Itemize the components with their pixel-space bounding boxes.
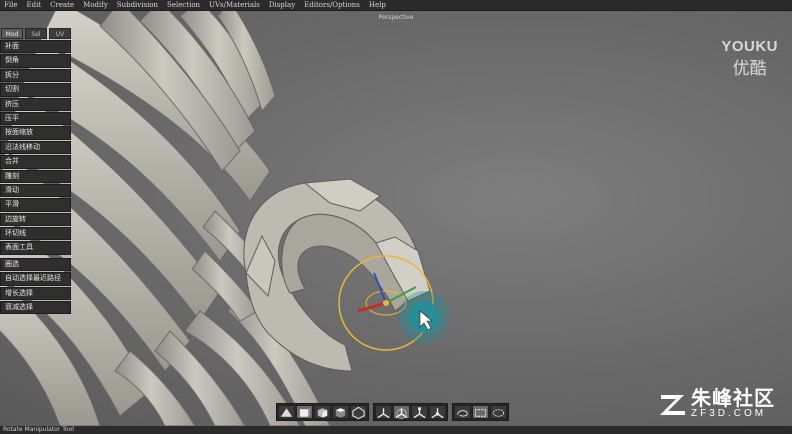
select-tool-list: 圈选 自动选择最近路径 增长选择 衰减选择 [0,257,71,315]
rect-select-button[interactable] [472,405,489,419]
menu-create[interactable]: Create [50,1,74,9]
tool-button[interactable]: 衰减选择 [0,301,71,315]
cube-top-view-icon [335,407,346,418]
cube-front-view-icon [299,406,311,417]
tool-button[interactable]: 平滑 [0,198,71,212]
scale-manipulator-button[interactable] [411,405,428,419]
menu-modify[interactable]: Modify [83,1,108,9]
site-name: 朱峰社区 [691,386,775,410]
modeling-tool-panel: Mod Sel UV 补面 倒角 拆分 切割 挤压 压平 按面缩放 沿法线移动 合并 雕刻 滑动 平滑 边旋… [0,28,71,315]
rotate-manipulator-button[interactable] [393,405,410,419]
youku-brand-cn: 优酷 [732,59,767,79]
tool-button[interactable]: 倒角 [0,54,71,68]
tool-button[interactable]: 边旋转 [0,212,71,227]
rotate-manipulator-icon [395,407,408,419]
perspective-viewport[interactable]: Perspective [0,11,792,426]
viewport-label: Perspective [378,14,414,21]
tab-sel[interactable]: Sel [25,28,47,39]
menu-display[interactable]: Display [269,1,295,9]
tool-button[interactable]: 环切线 [0,227,71,241]
lasso-select-icon [457,409,468,417]
tool-button[interactable]: 拆分 [0,68,71,83]
menu-file[interactable]: File [4,1,17,9]
tool-button[interactable]: 圈选 [0,257,71,272]
menu-selection[interactable]: Selection [167,1,200,9]
menu-help[interactable]: Help [369,1,386,9]
3d-model-scene [0,11,450,426]
scale-manipulator-icon [413,406,426,418]
modify-tool-list: 补面 倒角 拆分 切割 挤压 压平 按面缩放 沿法线移动 合并 雕刻 滑动 平滑 边旋转 环切线 表面工具 [0,40,71,255]
universal-manipulator-button[interactable] [429,405,446,419]
cube-side-view-icon [317,407,328,418]
menu-editors-options[interactable]: Editors/Options [304,1,360,9]
toolbar-group [276,403,369,421]
cube-front-view-button[interactable] [296,405,313,419]
panel-tabs: Mod Sel UV [0,28,71,39]
tool-button[interactable]: 沿法线移动 [0,140,71,155]
sphere-view-icon [352,406,365,419]
universal-manipulator-icon [431,407,444,418]
tool-button[interactable]: 切割 [0,83,71,97]
youku-watermark: YOUKU 优酷 [721,38,778,79]
menu-bar: File Edit Create Modify Subdivision Selection… [0,0,792,11]
move-manipulator-button[interactable] [375,405,392,419]
paint-select-icon [492,408,505,417]
toolbar-group [373,403,448,421]
menu-subdivision[interactable]: Subdivision [117,1,158,9]
youku-brand: YOUKU [721,38,778,55]
cube-top-view-button[interactable] [332,405,349,419]
viewport-toolbar [276,403,509,421]
rect-select-icon [474,408,487,417]
pyramid-view-button[interactable] [278,405,295,419]
menu-uvs-materials[interactable]: UVs/Materials [209,1,260,9]
tool-button[interactable]: 按面缩放 [0,126,71,140]
tab-mod[interactable]: Mod [1,28,23,39]
tab-uv[interactable]: UV [49,28,71,39]
site-domain: ZF3D.COM [691,408,767,419]
status-bar: Rotate Manipulator Tool [0,426,792,434]
tool-button[interactable]: 滑动 [0,183,71,198]
paint-select-button[interactable] [490,405,507,419]
tool-button[interactable]: 挤压 [0,97,71,111]
sphere-view-button[interactable] [350,405,367,419]
zf3d-logo-icon [660,394,685,415]
move-manipulator-icon [377,407,390,418]
cube-side-view-button[interactable] [314,405,331,419]
pyramid-view-icon [280,407,293,417]
tool-button[interactable]: 自动选择最近路径 [0,272,71,286]
toolbar-group [452,403,509,421]
tool-button[interactable]: 增长选择 [0,286,71,301]
tool-button[interactable]: 合并 [0,155,71,169]
tool-button[interactable]: 雕刻 [0,169,71,183]
tool-button[interactable]: 表面工具 [0,241,71,255]
tool-button[interactable]: 补面 [0,40,71,54]
lasso-select-button[interactable] [454,405,471,419]
menu-edit[interactable]: Edit [26,1,41,9]
zf3d-watermark: 朱峰社区 ZF3D.COM [658,388,775,419]
tool-button[interactable]: 压平 [0,111,71,126]
